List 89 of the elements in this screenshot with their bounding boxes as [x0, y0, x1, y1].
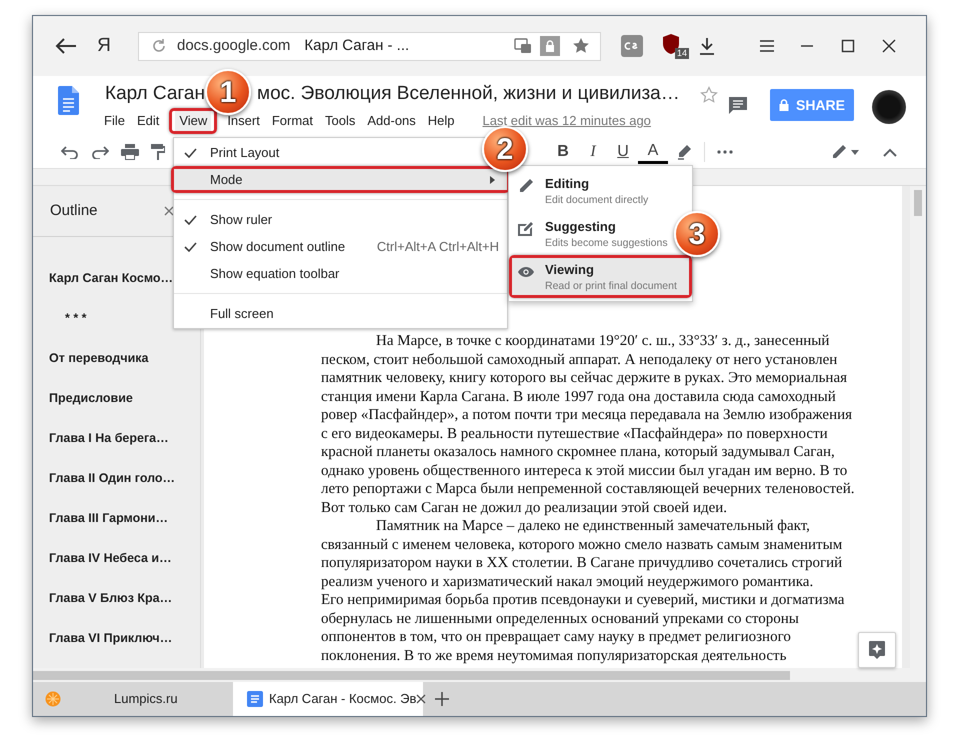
citrus-slice-icon	[45, 691, 61, 707]
menu-item[interactable]: Edit	[132, 111, 164, 131]
browser-tab[interactable]: Карл Саган - Космос. Эв	[233, 682, 423, 716]
mode-option-description: Edit document directly	[545, 193, 648, 208]
collapse-icon[interactable]	[883, 148, 897, 156]
star-icon[interactable]	[572, 37, 590, 55]
highlighter-icon[interactable]	[676, 144, 692, 160]
document-title[interactable]: Карл Саган	[105, 80, 205, 109]
outline-item[interactable]: Предисловие	[49, 388, 133, 408]
mode-option[interactable]: Viewing Read or print final document	[512, 258, 689, 295]
pencil-icon	[517, 177, 535, 195]
avatar[interactable]	[872, 90, 906, 124]
menu-icon[interactable]	[759, 39, 775, 53]
outline-item[interactable]: Карл Саган Космо…	[49, 268, 174, 288]
format-button[interactable]: I	[578, 140, 608, 164]
new-tab-icon[interactable]	[435, 692, 449, 706]
mode-option[interactable]: Editing Edit document directly	[509, 169, 648, 212]
print-icon[interactable]	[121, 144, 139, 160]
menu-option[interactable]: Show equation toolbar	[174, 260, 348, 287]
format-button[interactable]: U	[608, 140, 638, 164]
menu-option[interactable]: Full screen	[174, 300, 282, 327]
tab-label: Lumpics.ru	[114, 690, 178, 708]
format-button[interactable]: B	[548, 140, 578, 164]
docs-logo-icon[interactable]	[58, 86, 79, 115]
menu-item[interactable]: Help	[424, 111, 459, 131]
document-paragraph: Памятник на Марсе – далеко не единственный замечательный факт, связанный с именем человека, которого можно смело назвать самым знаменитым популяризатором науки в XX столетии. В Сагане причудливо сочетались строгий реализм ученого и харизматический накал эмоций неудержимого романтика. Его непримиримая борьба против псевдонауки и суеверий, мистики и догматизма обернулась не лишенными определенных оснований упреками со стороны оппонентов в том, что он превращает саму науку в предмет религиозного поклонения. В то же время неутомимая популяризаторская деятельность	[321, 517, 844, 665]
menu-item[interactable]: Tools	[321, 111, 360, 131]
menu-item[interactable]: Format	[268, 111, 317, 131]
suggest-icon	[517, 220, 535, 238]
menu-option[interactable]: Show document outline Ctrl+Alt+A Ctrl+Alt+H	[174, 233, 507, 260]
menu-option-label: Show equation toolbar	[210, 264, 340, 283]
menu-submenu-item[interactable]: Mode	[174, 169, 507, 190]
menu-option-label: Full screen	[210, 304, 274, 323]
lock-icon	[778, 99, 789, 111]
horizontal-scrollbar[interactable]	[33, 668, 926, 682]
outline-item[interactable]: Глава IV Небеса и…	[49, 548, 172, 568]
document-title[interactable]: мос. Эволюция Вселенной, жизни и цивилиза…	[257, 80, 680, 109]
document-paragraph: На Марсе, в точке с координатами 19°20′ с. ш., 33°33′ з. д., занесенный песком, стоит небольшой самоходный аппарат. А неподалеку от него установлен памятник человеку, книгу которого вы сейчас держите в руках. Это мемориальная станция имени Карла Сагана. В июле 1997 года она доставила сюда самоходный ровер «Пасфайндер», а потом почти три месяца передавала на Землю изображения с его видеокамеры. В реальности путешествие «Пасфайндера» по поверхности красной планеты оказалось намного скромнее плана, который задумывал Саган, однако уровень общественного интереса к этой миссии был угадан им верно. В то лето репортажи с Марса были непременной составляющей вечерних теленовостей. Вот только сам Саган не дожил до реализации этой своей идеи.	[321, 332, 854, 517]
menu-option-label: Show document outline	[210, 238, 346, 256]
outline-item[interactable]: Глава VI Приключ…	[49, 628, 172, 648]
download-icon[interactable]	[697, 36, 717, 56]
menu-item[interactable]: Add-ons	[363, 111, 420, 131]
tab-label: Карл Саган - Космос. Эв	[269, 690, 416, 708]
extension-badge: 14	[674, 48, 689, 59]
lock-icon[interactable]	[540, 36, 560, 56]
outline-item[interactable]: Глава II Один голо…	[49, 468, 176, 488]
docs-icon	[247, 691, 263, 707]
paint-format-icon[interactable]	[151, 144, 165, 160]
menu-item[interactable]: File	[100, 111, 129, 131]
outline-item[interactable]: Глава III Гармони…	[49, 508, 168, 528]
menu-option-label: Print Layout	[210, 144, 280, 162]
explore-icon	[868, 640, 886, 660]
outline-item[interactable]: От переводчика	[49, 348, 148, 368]
comment-icon[interactable]	[728, 95, 748, 115]
mode-option-description: Edits become suggestions	[545, 236, 668, 251]
outline-title: Outline	[50, 200, 98, 221]
menu-option[interactable]: Show ruler	[174, 206, 280, 233]
menu-option-label: Show ruler	[210, 210, 272, 229]
close-icon[interactable]	[882, 39, 896, 53]
submenu-arrow-icon	[490, 176, 495, 184]
address-page-title: Карл Саган - ...	[304, 36, 410, 56]
yandex-button[interactable]: Я	[94, 32, 114, 60]
undo-icon[interactable]	[61, 145, 79, 159]
menu-option[interactable]: Print Layout	[174, 139, 288, 166]
menu-item[interactable]: View	[175, 111, 212, 131]
more-icon[interactable]	[717, 150, 733, 154]
star-icon[interactable]	[700, 86, 718, 104]
address-bar[interactable]: docs.google.com Карл Саган - ...	[138, 32, 601, 60]
translate-icon[interactable]	[514, 38, 532, 54]
mode-option-description: Read or print final document	[545, 279, 677, 294]
back-icon[interactable]	[55, 37, 77, 55]
caret-icon[interactable]	[851, 150, 859, 154]
reload-icon	[151, 38, 167, 54]
mode-option-title: Editing	[545, 176, 590, 192]
outline-item[interactable]: * * *	[65, 308, 87, 328]
outline-item[interactable]: Глава V Блюз Кра…	[49, 588, 172, 608]
pencil-icon[interactable]	[831, 144, 847, 160]
mode-option-title: Viewing	[545, 262, 595, 278]
redo-icon[interactable]	[91, 145, 109, 159]
address-domain: docs.google.com	[177, 36, 290, 56]
close-icon[interactable]	[416, 694, 426, 704]
menu-option-label: Mode	[210, 170, 243, 189]
mode-option[interactable]: Suggesting Edits become suggestions	[509, 212, 668, 255]
outline-item[interactable]: Глава I На берега…	[49, 428, 169, 448]
explore-button[interactable]	[858, 632, 896, 668]
maximize-icon[interactable]	[841, 39, 855, 53]
browser-tab[interactable]: Lumpics.ru	[33, 682, 233, 716]
shortcut-text: Ctrl+Alt+A Ctrl+Alt+H	[376, 238, 499, 256]
mode-option-title: Suggesting	[545, 219, 617, 235]
